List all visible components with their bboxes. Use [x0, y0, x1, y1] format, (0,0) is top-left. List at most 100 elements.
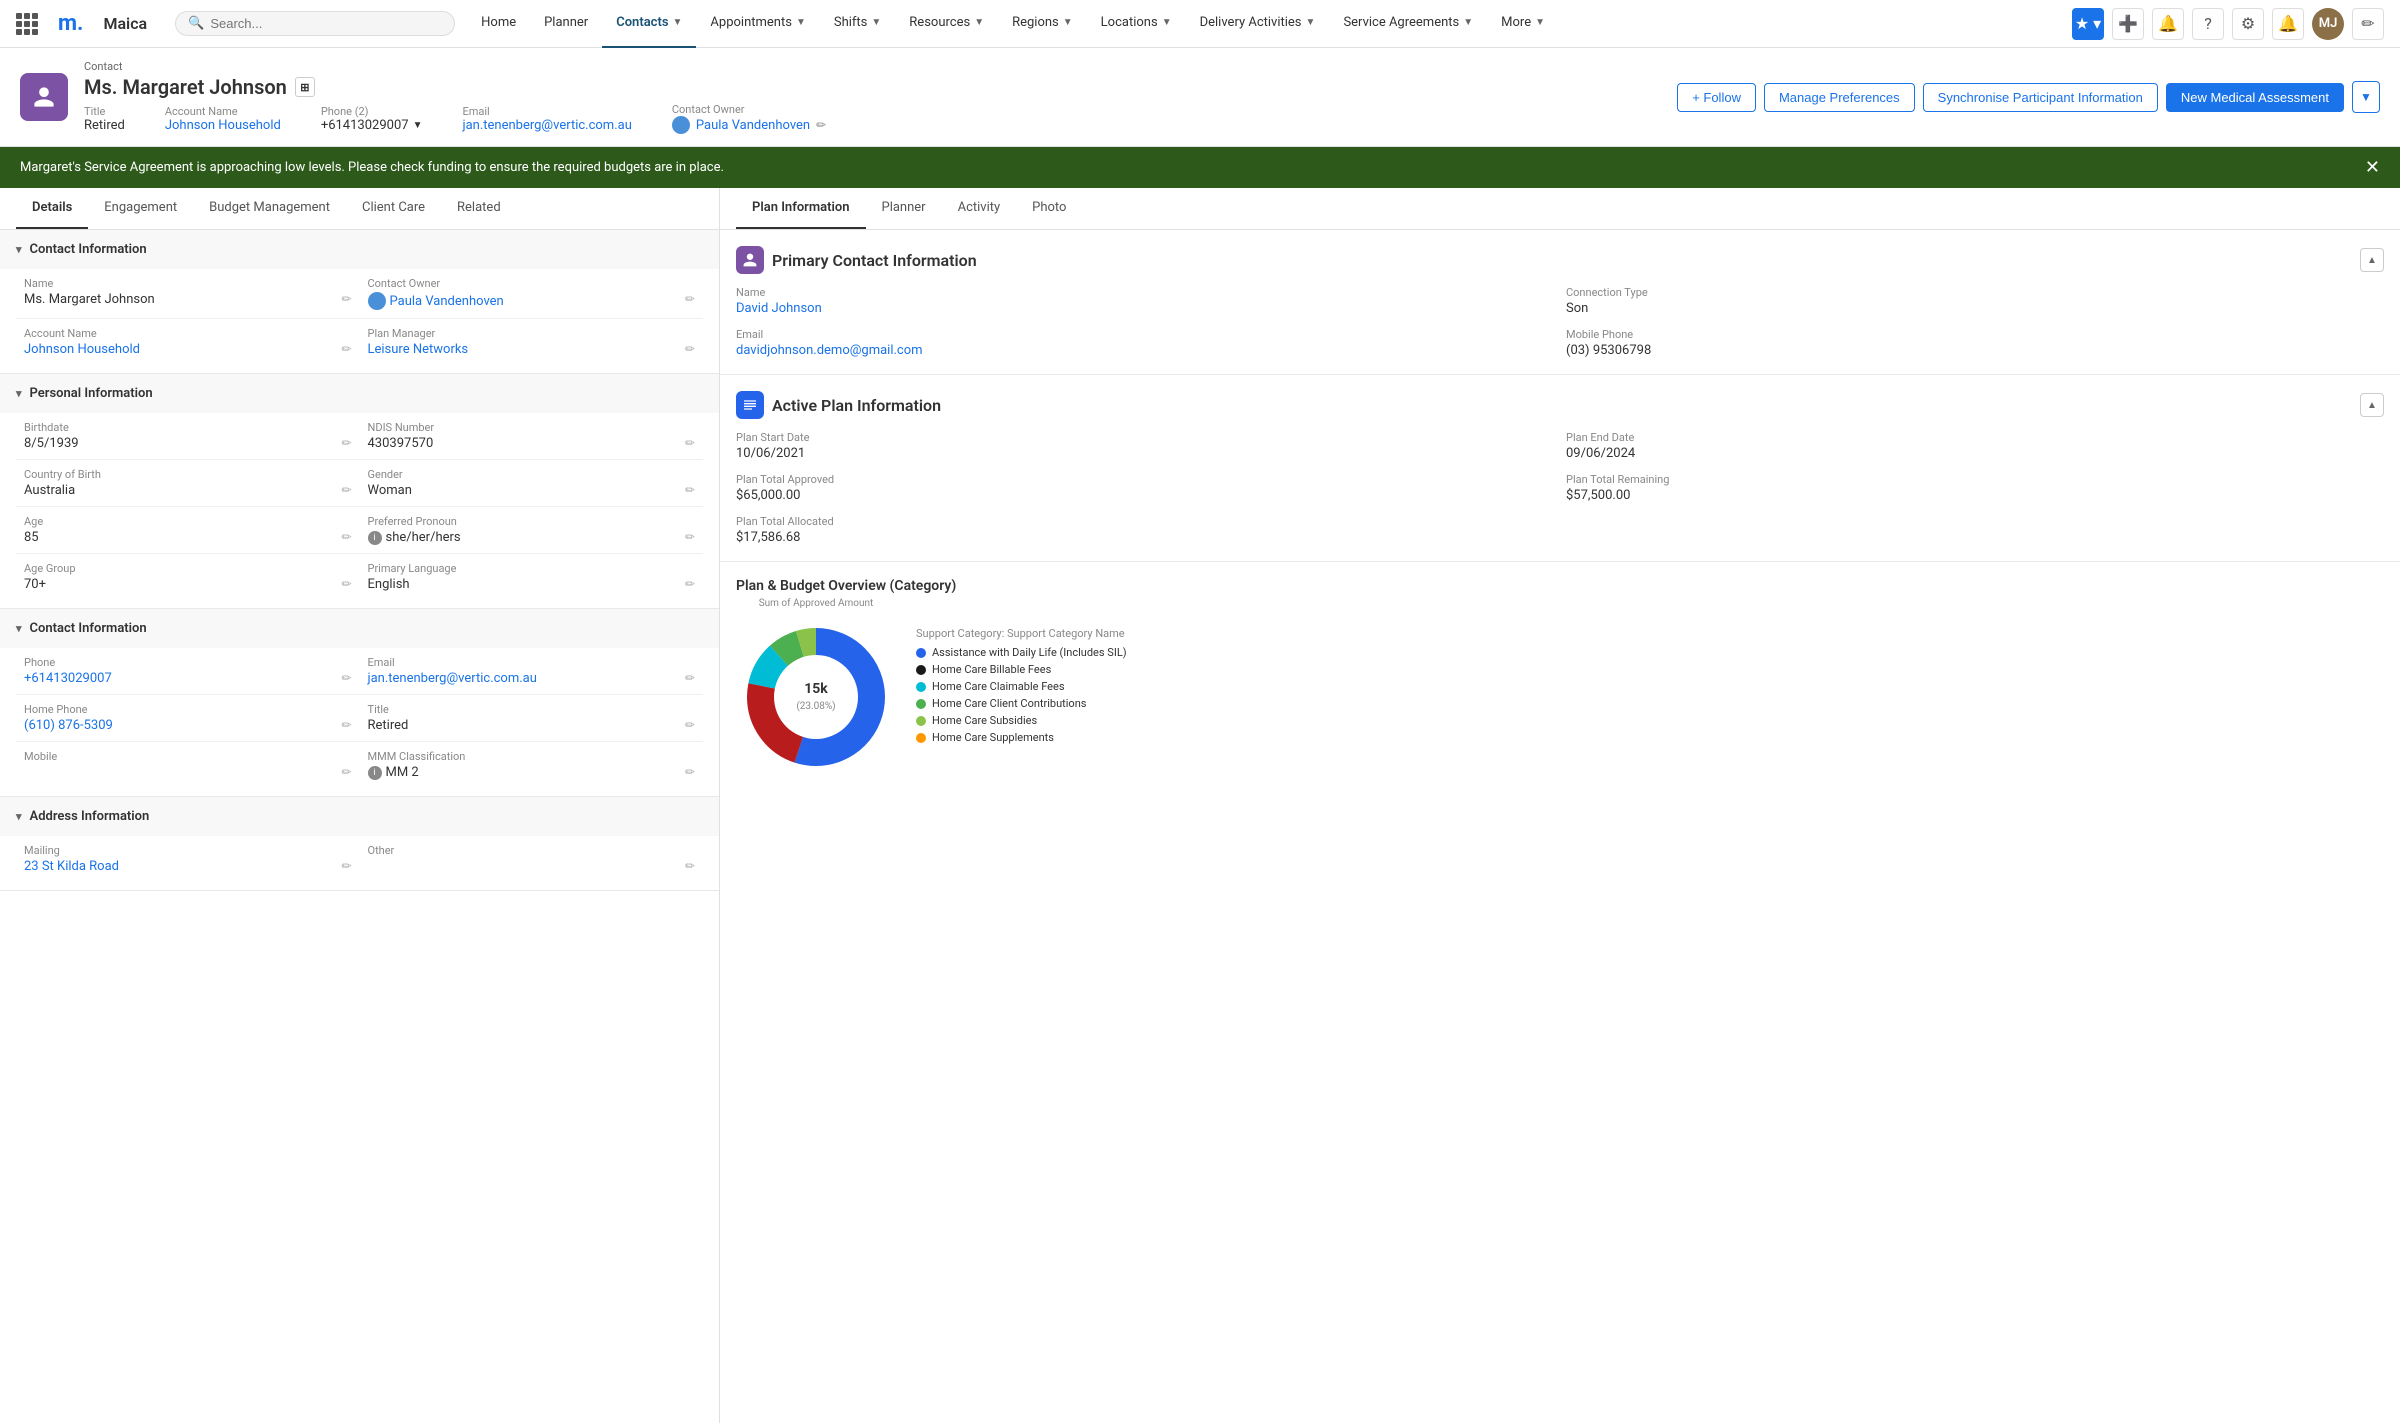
notifications-btn[interactable]: 🔔 — [2272, 8, 2304, 40]
tab-photo[interactable]: Photo — [1016, 188, 1082, 229]
alerts-btn[interactable]: 🔔 — [2152, 8, 2184, 40]
section-title: Personal Information — [30, 386, 153, 401]
nav-regions[interactable]: Regions ▼ — [998, 0, 1087, 48]
tab-details[interactable]: Details — [16, 188, 88, 229]
contact-info2-header[interactable]: ▾ Contact Information — [0, 609, 719, 648]
edit-gender-icon[interactable]: ✏ — [685, 483, 695, 497]
tab-activity[interactable]: Activity — [942, 188, 1017, 229]
edit-account-icon[interactable]: ✏ — [341, 342, 351, 356]
contact-share-icon[interactable]: ⊞ — [295, 77, 315, 97]
plan-total-allocated: Plan Total Allocated $17,586.68 — [736, 515, 1554, 545]
edit-icon[interactable]: ✏ — [2352, 8, 2384, 40]
edit-phone-icon[interactable]: ✏ — [341, 671, 351, 685]
manage-preferences-button[interactable]: Manage Preferences — [1764, 83, 1915, 112]
nav-home[interactable]: Home — [467, 0, 530, 48]
edit-plan-manager-icon[interactable]: ✏ — [685, 342, 695, 356]
section-title: Address Information — [30, 809, 150, 824]
new-medical-assessment-button[interactable]: New Medical Assessment — [2166, 83, 2344, 112]
field-email: Email jan.tenenberg@vertic.com.au ✏ — [360, 648, 704, 694]
edit-mailing-icon[interactable]: ✏ — [341, 859, 351, 873]
owner-small-avatar — [368, 292, 386, 310]
edit-country-icon[interactable]: ✏ — [341, 483, 351, 497]
field-country: Country of Birth Australia ✏ — [16, 460, 360, 506]
active-plan-header: Active Plan Information ▲ — [736, 391, 2384, 419]
field-row: Mailing 23 St Kilda Road ✏ Other ✏ — [16, 836, 703, 882]
tab-plan-info[interactable]: Plan Information — [736, 188, 866, 229]
edit-language-icon[interactable]: ✏ — [685, 577, 695, 591]
tab-related[interactable]: Related — [441, 188, 517, 229]
follow-button[interactable]: + Follow — [1677, 83, 1756, 112]
tab-client-care[interactable]: Client Care — [346, 188, 441, 229]
nav-resources[interactable]: Resources ▼ — [895, 0, 998, 48]
nav-contacts[interactable]: Contacts ▼ — [602, 0, 696, 48]
phone-dropdown-icon[interactable]: ▼ — [413, 120, 423, 131]
personal-info-content: Birthdate 8/5/1939 ✏ NDIS Number 4303975… — [0, 413, 719, 608]
nav-delivery[interactable]: Delivery Activities ▼ — [1186, 0, 1330, 48]
legend-item: Home Care Client Contributions — [916, 697, 2384, 710]
collapse-active-plan[interactable]: ▲ — [2360, 393, 2384, 417]
search-input[interactable] — [210, 16, 442, 31]
contact-info-header[interactable]: ▾ Contact Information — [0, 230, 719, 269]
tab-engagement[interactable]: Engagement — [88, 188, 193, 229]
plan-field-mobile: Mobile Phone (03) 95306798 — [1566, 328, 2384, 358]
user-avatar[interactable]: MJ — [2312, 8, 2344, 40]
settings-btn[interactable]: ⚙ — [2232, 8, 2264, 40]
add-btn[interactable]: ➕ — [2112, 8, 2144, 40]
meta-account[interactable]: Account Name Johnson Household — [165, 105, 281, 133]
edit-mobile-icon[interactable]: ✏ — [341, 765, 351, 779]
field-mmm: MMM Classification i MM 2 ✏ — [360, 742, 704, 788]
field-row: Age 85 ✏ Preferred Pronoun i she/her/her… — [16, 506, 703, 553]
edit-name-icon[interactable]: ✏ — [341, 292, 351, 306]
address-header[interactable]: ▾ Address Information — [0, 797, 719, 836]
alert-close-button[interactable]: ✕ — [2365, 157, 2380, 178]
collapse-primary-contact[interactable]: ▲ — [2360, 248, 2384, 272]
mmm-info-icon[interactable]: i — [368, 766, 382, 780]
field-name: Name Ms. Margaret Johnson ✏ — [16, 269, 360, 318]
nav-locations[interactable]: Locations ▼ — [1087, 0, 1186, 48]
field-pronoun: Preferred Pronoun i she/her/hers ✏ — [360, 507, 704, 553]
edit-age-icon[interactable]: ✏ — [341, 530, 351, 544]
edit-email-icon[interactable]: ✏ — [685, 671, 695, 685]
help-btn[interactable]: ? — [2192, 8, 2224, 40]
legend-dot — [916, 716, 926, 726]
edit-age-group-icon[interactable]: ✏ — [341, 577, 351, 591]
active-plan-section: Active Plan Information ▲ Plan Start Dat… — [720, 375, 2400, 562]
chart-section: Plan & Budget Overview (Category) Sum of… — [720, 562, 2400, 793]
edit-mmm-icon[interactable]: ✏ — [685, 765, 695, 779]
nav-shifts[interactable]: Shifts ▼ — [820, 0, 895, 48]
svg-text:(23.08%): (23.08%) — [796, 700, 835, 712]
pronoun-info-icon[interactable]: i — [368, 531, 382, 545]
primary-contact-header: Primary Contact Information ▲ — [736, 246, 2384, 274]
edit-ndis-icon[interactable]: ✏ — [685, 436, 695, 450]
edit-pronoun-icon[interactable]: ✏ — [685, 530, 695, 544]
tab-planner[interactable]: Planner — [866, 188, 942, 229]
section-title: Contact Information — [30, 242, 147, 257]
field-account-name: Account Name Johnson Household ✏ — [16, 319, 360, 365]
edit-birthdate-icon[interactable]: ✏ — [341, 436, 351, 450]
nav-appointments[interactable]: Appointments ▼ — [696, 0, 819, 48]
legend-item: Home Care Supplements — [916, 731, 2384, 744]
tab-budget[interactable]: Budget Management — [193, 188, 346, 229]
field-age: Age 85 ✏ — [16, 507, 360, 553]
nav-service[interactable]: Service Agreements ▼ — [1329, 0, 1487, 48]
sync-button[interactable]: Synchronise Participant Information — [1923, 83, 2158, 112]
edit-other-address-icon[interactable]: ✏ — [685, 859, 695, 873]
nav-more[interactable]: More ▼ — [1487, 0, 1559, 48]
contact-name: Ms. Margaret Johnson ⊞ — [84, 75, 1661, 99]
plan-tabs: Plan Information Planner Activity Photo — [720, 188, 2400, 230]
edit-home-phone-icon[interactable]: ✏ — [341, 718, 351, 732]
nav-planner[interactable]: Planner — [530, 0, 602, 48]
meta-email[interactable]: Email jan.tenenberg@vertic.com.au — [462, 105, 631, 133]
owner-edit-icon[interactable]: ✏ — [816, 118, 826, 132]
legend-item: Home Care Subsidies — [916, 714, 2384, 727]
edit-owner-icon[interactable]: ✏ — [685, 292, 695, 306]
grid-menu-icon[interactable] — [16, 13, 38, 35]
personal-info-header[interactable]: ▾ Personal Information — [0, 374, 719, 413]
chart-title: Plan & Budget Overview (Category) — [736, 578, 2384, 594]
edit-title-icon[interactable]: ✏ — [685, 718, 695, 732]
favorites-btn[interactable]: ★ ▾ — [2072, 8, 2104, 40]
section-title: Contact Information — [30, 621, 147, 636]
contact-label: Contact — [84, 60, 1661, 73]
actions-dropdown-button[interactable]: ▼ — [2352, 81, 2380, 113]
address-content: Mailing 23 St Kilda Road ✏ Other ✏ — [0, 836, 719, 890]
